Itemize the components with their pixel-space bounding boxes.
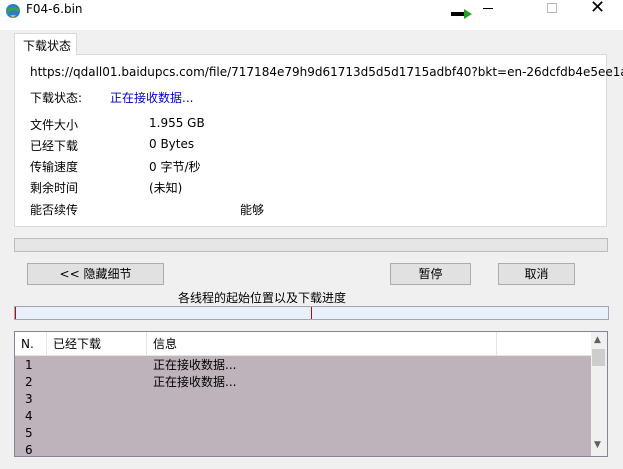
status-label: 下载状态: [30, 91, 83, 105]
thread-list[interactable]: N. 已经下载 信息 1 正在接收数据... 2 正在接收数据... 3 4 5 [14, 331, 608, 457]
list-body: 1 正在接收数据... 2 正在接收数据... 3 4 5 6 [15, 356, 591, 457]
cancel-button[interactable]: 取消 [498, 263, 575, 285]
scroll-thumb[interactable] [592, 349, 605, 366]
window-title: F04-6.bin [26, 2, 83, 16]
thread-progress-bar [14, 306, 609, 320]
list-item[interactable]: 2 正在接收数据... [15, 374, 591, 391]
row-info: 正在接收数据... [153, 358, 237, 372]
thread-1-start-marker [15, 307, 16, 319]
download-url: https://qdall01.baidupcs.com/file/717184… [30, 65, 623, 79]
row-number: 5 [25, 426, 33, 440]
row-info: 正在接收数据... [153, 375, 237, 389]
row-number: 6 [25, 443, 33, 457]
row-number: 1 [25, 358, 33, 372]
column-header-info[interactable]: 信息 [147, 332, 497, 356]
row-number: 3 [25, 392, 33, 406]
vertical-scrollbar[interactable]: ▲ ▼ [591, 332, 607, 456]
list-item[interactable]: 6 [15, 442, 591, 457]
threads-caption: 各线程的起始位置以及下载进度 [178, 291, 347, 305]
list-item[interactable]: 5 [15, 425, 591, 442]
status-value: 正在接收数据... [110, 91, 194, 105]
row-number: 2 [25, 375, 33, 389]
hide-details-button[interactable]: << 隐藏细节 [27, 263, 164, 285]
column-header-downloaded[interactable]: 已经下载 [47, 332, 147, 356]
downloaded-label: 已经下载 [30, 139, 79, 153]
list-item[interactable]: 3 [15, 391, 591, 408]
file-size-value: 1.955 GB [149, 116, 205, 130]
file-size-label: 文件大小 [30, 118, 79, 132]
minimize-button[interactable] [483, 8, 493, 9]
remaining-value: (未知) [149, 181, 183, 195]
maximize-button[interactable] [547, 3, 557, 13]
row-number: 4 [25, 409, 33, 423]
speed-label: 传输速度 [30, 160, 79, 174]
speed-value: 0 字节/秒 [149, 160, 201, 174]
scroll-up-icon[interactable]: ▲ [594, 335, 601, 345]
pause-button[interactable]: 暂停 [390, 263, 471, 285]
list-header: N. 已经下载 信息 [15, 332, 591, 356]
tab-panel [14, 54, 607, 227]
arrow-right-icon[interactable] [451, 9, 473, 19]
download-progress-bar [14, 238, 608, 252]
resume-value: 能够 [240, 203, 265, 217]
close-icon[interactable]: ✕ [590, 0, 605, 18]
column-header-empty [497, 332, 591, 356]
scroll-down-icon[interactable]: ▼ [594, 440, 601, 450]
list-item[interactable]: 4 [15, 408, 591, 425]
downloaded-value: 0 Bytes [149, 137, 195, 151]
list-item[interactable]: 1 正在接收数据... [15, 357, 591, 374]
remaining-label: 剩余时间 [30, 181, 79, 195]
tab-download-status[interactable]: 下载状态 [14, 33, 77, 55]
resume-label: 能否续传 [30, 203, 79, 217]
app-icon [6, 4, 20, 18]
thread-2-start-marker [311, 307, 312, 319]
tab-label: 下载状态 [23, 39, 72, 53]
column-header-n[interactable]: N. [15, 332, 47, 356]
title-bar: F04-6.bin ✕ [0, 0, 623, 30]
